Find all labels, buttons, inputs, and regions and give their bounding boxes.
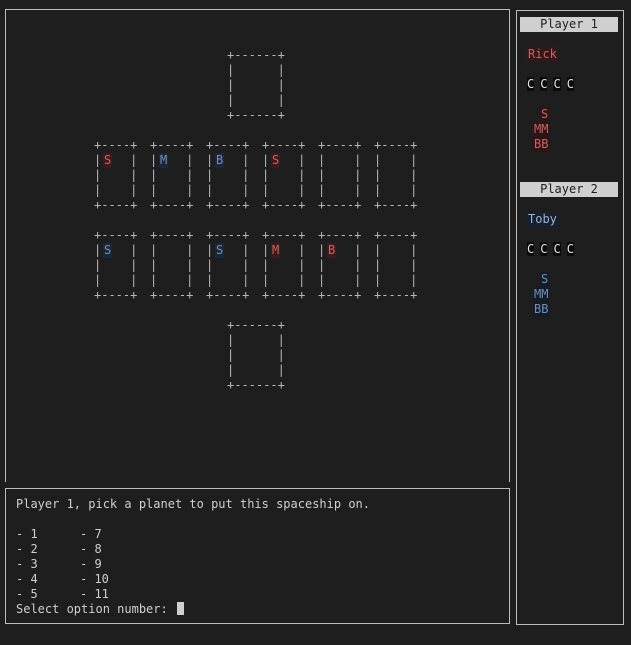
option-item: - 11 [80,587,109,601]
planet-card-frame: +----+ | | | | | | +----+ [150,138,194,212]
placed-ship: S [215,243,225,258]
planet-card[interactable]: +----+ | | | | | | +----+ S [94,138,137,213]
ship-stack: MM [533,122,550,137]
player-header: Player 1 [520,17,618,32]
planet-card[interactable]: +----+ | | | | | | +----+ S [262,138,305,213]
planet-card-frame: +----+ | | | | | | +----+ [374,138,418,212]
ship-stack: S [540,107,550,122]
planet-card-frame: +----+ | | | | | | +----+ [150,228,194,302]
ship-stack: S [540,272,550,287]
planet-card-frame: +----+ | | | | | | +----+ [206,138,250,212]
option-item: - 9 [80,557,102,571]
placed-ship: B [327,243,337,258]
option-item: - 10 [80,572,109,586]
bottom-deck-pile: +------+ | | | | | | +------+ [227,318,285,392]
planet-card-frame: +----+ | | | | | | +----+ [318,138,362,212]
placed-ship: S [103,243,113,258]
planet-card[interactable]: +----+ | | | | | | +----+ S [206,228,249,303]
planet-card-frame: +----+ | | | | | | +----+ [206,228,250,302]
top-deck-pile: +------+ | | | | | | +------+ [227,48,285,122]
planet-card[interactable]: +----+ | | | | | | +----+ B [318,228,361,303]
player-header: Player 2 [520,182,618,197]
ship-stack: BB [533,302,550,317]
prompt-question: Player 1, pick a planet to put this spac… [16,497,371,511]
input-label: Select option number: [16,602,175,616]
placed-ship: S [103,153,113,168]
placed-ship: S [271,153,281,168]
player-sidebar: Player 1 Rick C C C C S MM BB Player 2 Toby C C C C S MM… [516,10,624,625]
planet-card-frame: +----+ | | | | | | +----+ [94,138,138,212]
planet-card-frame: +----+ | | | | | | +----+ [262,138,306,212]
planet-card[interactable]: +----+ | | | | | | +----+ [374,228,417,303]
coin-token: C [540,242,548,256]
option-item: - 8 [80,542,102,556]
placed-ship: M [159,153,169,168]
planet-card-frame: +----+ | | | | | | +----+ [374,228,418,302]
planet-card[interactable]: +----+ | | | | | | +----+ [318,138,361,213]
player-name: Toby [527,212,558,227]
option-item: - 4 [16,572,38,586]
ship-stack: BB [533,137,550,152]
coin-token: C [527,77,535,91]
planet-card[interactable]: +----+ | | | | | | +----+ B [206,138,249,213]
coin-token: C [540,77,548,91]
player-coins: CCCC [527,242,580,257]
placed-ship: B [215,153,225,168]
game-board: +------+ | | | | | | +------+ +----+ | |… [5,9,510,482]
option-item: - 2 [16,542,38,556]
coin-token: C [527,242,535,256]
planet-card[interactable]: +----+ | | | | | | +----+ M [262,228,305,303]
option-item: - 5 [16,587,38,601]
placed-ship: M [271,243,281,258]
coin-token: C [566,242,574,256]
planet-card[interactable]: +----+ | | | | | | +----+ [150,228,193,303]
text-cursor[interactable] [176,602,184,615]
option-input-row[interactable]: Select option number: [16,602,184,617]
option-item: - 3 [16,557,38,571]
prompt-panel: Player 1, pick a planet to put this spac… [5,488,510,624]
ship-stack: MM [533,287,550,302]
player-coins: CCCC [527,77,580,92]
planet-card-frame: +----+ | | | | | | +----+ [262,228,306,302]
coin-token: C [566,77,574,91]
planet-card-frame: +----+ | | | | | | +----+ [318,228,362,302]
option-item: - 1 [16,527,38,541]
planet-card[interactable]: +----+ | | | | | | +----+ S [94,228,137,303]
coin-token: C [553,77,561,91]
option-item: - 7 [80,527,102,541]
planet-card[interactable]: +----+ | | | | | | +----+ M [150,138,193,213]
planet-card-frame: +----+ | | | | | | +----+ [94,228,138,302]
planet-card[interactable]: +----+ | | | | | | +----+ [374,138,417,213]
player-name: Rick [527,47,558,62]
coin-token: C [553,242,561,256]
